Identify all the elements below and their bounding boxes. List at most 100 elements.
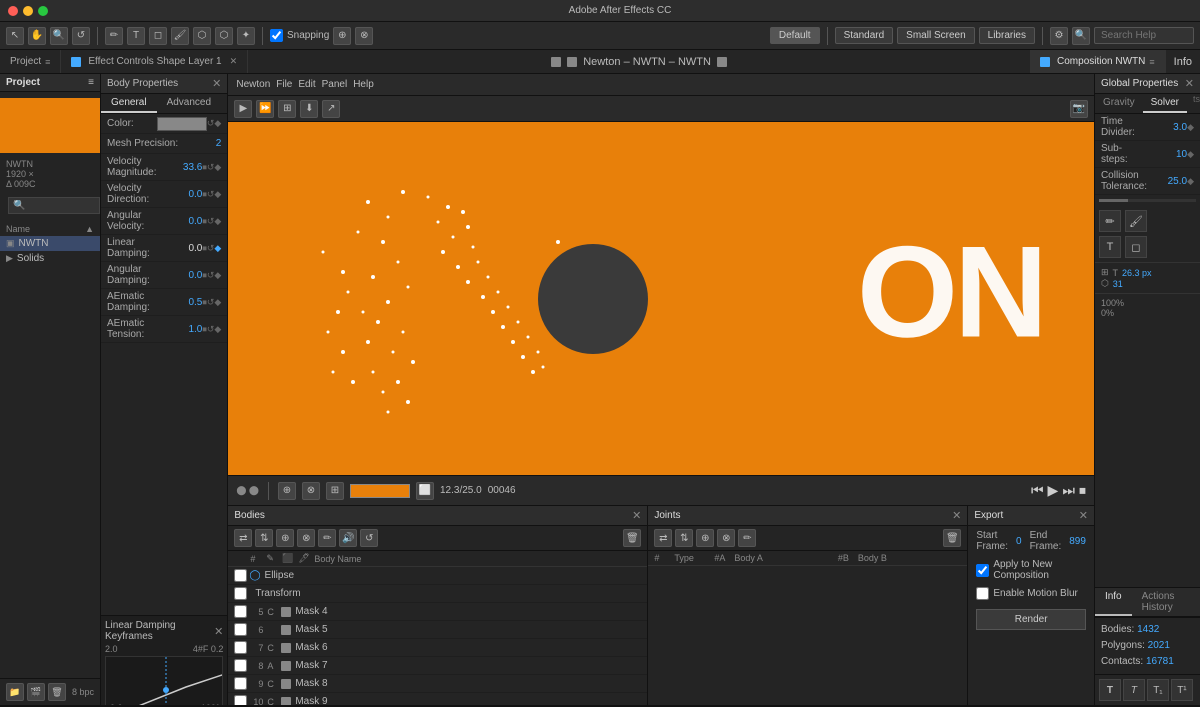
global-ss-value[interactable]: 10 xyxy=(1147,149,1187,160)
prop-veldir-value[interactable]: 0.0 xyxy=(162,189,202,200)
velmag-kf-icon[interactable]: ◆ xyxy=(214,162,221,173)
tool-arrow[interactable]: ↖ xyxy=(6,27,24,45)
tab-composition[interactable]: Composition NWTN ≡ xyxy=(1030,50,1166,73)
body-row-transform[interactable]: Transform xyxy=(228,585,647,603)
bodies-close[interactable]: ✕ xyxy=(632,509,641,522)
angvel-kf-icon[interactable]: ◆ xyxy=(214,216,221,227)
tool-hand[interactable]: ✋ xyxy=(28,27,46,45)
move-to-icon[interactable]: ⬇ xyxy=(300,100,318,118)
stop-btn[interactable]: ⏹ xyxy=(1079,482,1086,499)
newton-menu-newton[interactable]: Newton xyxy=(236,79,270,90)
body-row-3[interactable]: 8 A Mask 7 xyxy=(228,657,647,675)
joints-tool4[interactable]: ⊗ xyxy=(717,529,735,547)
body-check-4[interactable] xyxy=(234,677,247,690)
aedamp-reset-icon[interactable]: ↺ xyxy=(207,297,215,308)
new-folder-icon[interactable]: 📁 xyxy=(6,683,24,701)
body-row-4[interactable]: 9 C Mask 8 xyxy=(228,675,647,693)
body-check-transform[interactable] xyxy=(234,587,247,600)
text-bold[interactable]: T xyxy=(1099,679,1121,701)
global-props-close[interactable]: ✕ xyxy=(1185,77,1194,90)
project-item-solids[interactable]: ▶ Solids xyxy=(0,251,100,266)
joints-close[interactable]: ✕ xyxy=(952,509,961,522)
prop-keyframe-icon[interactable]: ◆ xyxy=(214,118,221,129)
joints-tool2[interactable]: ⇅ xyxy=(675,529,693,547)
lindamp-kf-icon[interactable]: ◆ xyxy=(214,243,221,254)
global-tab-solver[interactable]: Solver xyxy=(1143,94,1187,113)
body-props-close[interactable]: ✕ xyxy=(212,77,221,90)
joints-tool3[interactable]: ⊕ xyxy=(696,529,714,547)
new-comp-icon[interactable]: 🎬 xyxy=(27,683,45,701)
veldir-reset-icon[interactable]: ↺ xyxy=(207,189,215,200)
mini-tool-text[interactable]: T xyxy=(1099,236,1121,258)
tool-shape[interactable]: ◻ xyxy=(149,27,167,45)
export-start-value[interactable]: 0 xyxy=(1016,536,1022,547)
render-button[interactable]: Render xyxy=(976,609,1086,630)
velmag-reset-icon[interactable]: ↺ xyxy=(207,162,215,173)
text-sub[interactable]: T₁ xyxy=(1147,679,1169,701)
settings-icon[interactable]: ⚙ xyxy=(1050,27,1068,45)
prop-aedamp-value[interactable]: 0.5 xyxy=(162,297,202,308)
bodies-tool4[interactable]: ⊗ xyxy=(297,529,315,547)
apply-new-comp-check[interactable] xyxy=(976,564,989,577)
play-btn[interactable]: ▶ xyxy=(1048,482,1059,499)
global-ss-kf[interactable]: ◆ xyxy=(1187,149,1194,160)
aedamp-kf-icon[interactable]: ◆ xyxy=(214,297,221,308)
mode-default[interactable]: Default xyxy=(770,27,820,44)
joints-tool5[interactable]: ✏ xyxy=(738,529,756,547)
delete-icon[interactable]: 🗑 xyxy=(48,683,66,701)
fit-icon[interactable]: ↗ xyxy=(322,100,340,118)
tool-rotate[interactable]: ↺ xyxy=(72,27,90,45)
tool-roto[interactable]: ⬡ xyxy=(215,27,233,45)
project-search-input[interactable] xyxy=(8,197,100,214)
global-td-value[interactable]: 3.0 xyxy=(1147,122,1187,133)
body-check-2[interactable] xyxy=(234,641,247,654)
color-swatch[interactable] xyxy=(157,117,207,131)
prop-reset-icon[interactable]: ↺ xyxy=(207,118,215,129)
prop-angdamp-value[interactable]: 0.0 xyxy=(162,270,202,281)
body-row-2[interactable]: 7 C Mask 6 xyxy=(228,639,647,657)
bodies-tool3[interactable]: ⊕ xyxy=(276,529,294,547)
newton-menu-help[interactable]: Help xyxy=(353,79,374,90)
body-check-ellipse[interactable] xyxy=(234,569,247,582)
play-loop-btn[interactable]: ⏭ xyxy=(1062,482,1075,499)
prop-velmag-value[interactable]: 33.6 xyxy=(162,162,202,173)
search-input[interactable] xyxy=(1094,27,1194,44)
global-tab-gravity[interactable]: Gravity xyxy=(1095,94,1143,113)
global-ct-kf[interactable]: ◆ xyxy=(1187,176,1194,187)
prop-angvel-value[interactable]: 0.0 xyxy=(162,216,202,227)
grid2-icon[interactable]: ⊞ xyxy=(326,482,344,500)
angvel-reset-icon[interactable]: ↺ xyxy=(207,216,215,227)
newton-menu-edit[interactable]: Edit xyxy=(298,79,315,90)
mini-tool-square[interactable]: ◻ xyxy=(1125,236,1147,258)
angdamp-kf-icon[interactable]: ◆ xyxy=(214,270,221,281)
tool-stamp[interactable]: ⬡ xyxy=(193,27,211,45)
keyframes-close[interactable]: ✕ xyxy=(214,625,223,638)
veldir-kf-icon[interactable]: ◆ xyxy=(214,189,221,200)
mini-tool-brush[interactable]: 🖌 xyxy=(1125,210,1147,232)
tool-zoom[interactable]: 🔍 xyxy=(50,27,68,45)
body-check-1[interactable] xyxy=(234,623,247,636)
global-td-kf[interactable]: ◆ xyxy=(1187,122,1194,133)
body-check-3[interactable] xyxy=(234,659,247,672)
frame-fwd-icon[interactable]: ⏩ xyxy=(256,100,274,118)
bodies-tool6[interactable]: 🔊 xyxy=(339,529,357,547)
prop-mesh-value[interactable]: 2 xyxy=(181,138,221,149)
joints-tool1[interactable]: ⇄ xyxy=(654,529,672,547)
info-tab-info[interactable]: Info xyxy=(1095,588,1132,616)
mode-standard[interactable]: Standard xyxy=(835,27,894,44)
bodies-delete[interactable]: 🗑 xyxy=(623,529,641,547)
prop-aetension-value[interactable]: 1.0 xyxy=(162,324,202,335)
project-item-nwtn[interactable]: ▣ NWTN xyxy=(0,236,100,251)
bodies-tool2[interactable]: ⇅ xyxy=(255,529,273,547)
prop-lindamp-value[interactable]: 0.0 xyxy=(162,243,202,254)
body-row-ellipse[interactable]: ◯ Ellipse xyxy=(228,567,647,585)
bodies-tool5[interactable]: ✏ xyxy=(318,529,336,547)
export-close[interactable]: ✕ xyxy=(1079,509,1088,522)
newton-menu-file[interactable]: File xyxy=(276,79,292,90)
lindamp-reset-icon[interactable]: ↺ xyxy=(207,243,215,254)
global-ct-value[interactable]: 25.0 xyxy=(1147,176,1187,187)
mode-small-screen[interactable]: Small Screen xyxy=(897,27,974,44)
preview-icon[interactable]: ⬜ xyxy=(416,482,434,500)
snapshot-icon[interactable]: 📷 xyxy=(1070,100,1088,118)
tab-advanced[interactable]: Advanced xyxy=(157,94,221,113)
